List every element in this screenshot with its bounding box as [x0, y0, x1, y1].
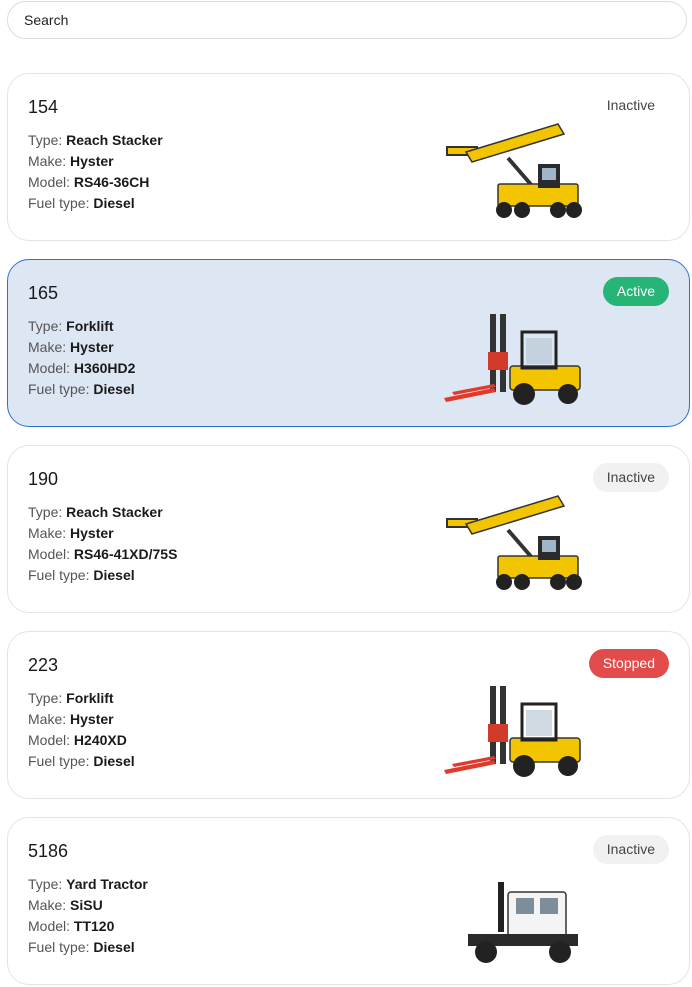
- vehicle-type: Type: Reach Stacker: [28, 130, 163, 151]
- fuel-label: Fuel type:: [28, 939, 94, 955]
- vehicle-make: Make: Hyster: [28, 337, 135, 358]
- vehicle-type: Type: Yard Tractor: [28, 874, 148, 895]
- model-label: Model:: [28, 918, 74, 934]
- vehicle-model: Model: RS46-36CH: [28, 172, 163, 193]
- fuel-label: Fuel type:: [28, 195, 94, 211]
- type-value: Yard Tractor: [66, 876, 148, 892]
- model-value: RS46-41XD/75S: [73, 546, 178, 562]
- fuel-label: Fuel type:: [28, 753, 94, 769]
- search-input[interactable]: [8, 2, 686, 38]
- vehicle-type: Type: Forklift: [28, 688, 135, 709]
- vehicle-fuel: Fuel type: Diesel: [28, 193, 163, 214]
- vehicle-make: Make: Hyster: [28, 151, 163, 172]
- forklift-icon: [444, 314, 581, 405]
- model-label: Model:: [28, 360, 74, 376]
- vehicle-card[interactable]: 223 Stopped Type: Forklift Make: Hyster …: [7, 631, 690, 799]
- type-label: Type:: [28, 504, 67, 520]
- vehicle-fuel: Fuel type: Diesel: [28, 565, 177, 586]
- vehicle-card[interactable]: 190 Inactive Type: Reach Stacker Make: H…: [7, 445, 690, 613]
- status-badge: Inactive: [606, 97, 655, 113]
- reach-stacker-icon: [446, 495, 582, 590]
- type-value: Forklift: [66, 690, 114, 706]
- status-badge: Stopped: [588, 649, 669, 678]
- fuel-value: Diesel: [93, 567, 135, 583]
- vehicle-card[interactable]: 5186 Inactive Type: Yard Tractor Make: S…: [7, 817, 690, 985]
- fuel-label: Fuel type:: [28, 381, 94, 397]
- make-value: Hyster: [70, 153, 114, 169]
- make-value: SiSU: [70, 897, 103, 913]
- vehicle-id: 223: [28, 655, 59, 675]
- forklift-icon: [444, 686, 581, 777]
- vehicle-id: 154: [28, 97, 59, 117]
- vehicle-id: 190: [28, 469, 59, 489]
- vehicle-make: Make: Hyster: [28, 523, 177, 544]
- fuel-value: Diesel: [93, 939, 135, 955]
- vehicle-model: Model: TT120: [28, 916, 148, 937]
- type-value: Reach Stacker: [66, 132, 163, 148]
- fuel-label: Fuel type:: [28, 567, 94, 583]
- type-label: Type:: [28, 876, 67, 892]
- vehicle-type: Type: Forklift: [28, 316, 135, 337]
- vehicle-model: Model: H360HD2: [28, 358, 135, 379]
- vehicle-fuel: Fuel type: Diesel: [28, 937, 148, 958]
- vehicle-card[interactable]: 165 Active Type: Forklift Make: Hyster M…: [7, 259, 690, 427]
- make-label: Make:: [28, 525, 71, 541]
- make-label: Make:: [28, 897, 71, 913]
- fuel-value: Diesel: [93, 195, 135, 211]
- vehicle-make: Make: SiSU: [28, 895, 148, 916]
- make-label: Make:: [28, 153, 71, 169]
- model-value: TT120: [73, 918, 115, 934]
- status-badge: Inactive: [592, 835, 669, 864]
- model-label: Model:: [28, 546, 74, 562]
- vehicle-fuel: Fuel type: Diesel: [28, 751, 135, 772]
- vehicle-make: Make: Hyster: [28, 709, 135, 730]
- status-badge: Inactive: [592, 463, 669, 492]
- vehicle-fuel: Fuel type: Diesel: [28, 379, 135, 400]
- model-value: H360HD2: [73, 360, 136, 376]
- status-badge: Active: [602, 277, 669, 306]
- make-value: Hyster: [70, 339, 114, 355]
- type-label: Type:: [28, 132, 67, 148]
- type-value: Reach Stacker: [66, 504, 163, 520]
- model-value: RS46-36CH: [73, 174, 150, 190]
- model-value: H240XD: [73, 732, 127, 748]
- vehicle-card[interactable]: 154 Inactive Type: Reach Stacker Make: H…: [7, 73, 690, 241]
- make-label: Make:: [28, 711, 71, 727]
- type-value: Forklift: [66, 318, 114, 334]
- yard-tractor-icon: [468, 882, 578, 963]
- vehicle-type: Type: Reach Stacker: [28, 502, 177, 523]
- fuel-value: Diesel: [93, 381, 135, 397]
- make-value: Hyster: [70, 711, 114, 727]
- vehicle-model: Model: RS46-41XD/75S: [28, 544, 177, 565]
- make-label: Make:: [28, 339, 71, 355]
- make-value: Hyster: [70, 525, 114, 541]
- reach-stacker-icon: [446, 123, 582, 218]
- search-box[interactable]: [7, 1, 687, 39]
- vehicle-model: Model: H240XD: [28, 730, 135, 751]
- model-label: Model:: [28, 174, 74, 190]
- type-label: Type:: [28, 318, 67, 334]
- fuel-value: Diesel: [93, 753, 135, 769]
- model-label: Model:: [28, 732, 74, 748]
- vehicle-id: 165: [28, 283, 59, 303]
- type-label: Type:: [28, 690, 67, 706]
- vehicle-id: 5186: [28, 841, 69, 861]
